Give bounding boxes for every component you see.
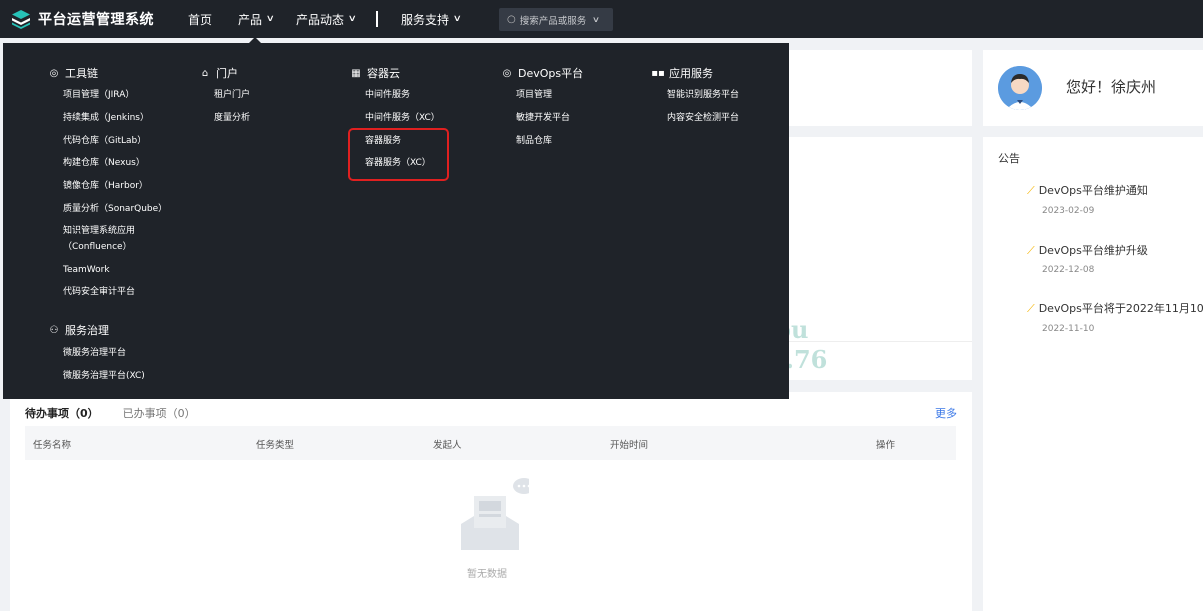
notice-date: 2022-11-10 bbox=[1042, 324, 1095, 334]
menu-item-middleware-xc[interactable]: 中间件服务（XC） bbox=[365, 111, 440, 125]
group-title: DevOps平台 bbox=[518, 67, 584, 80]
app-logo[interactable]: 平台运营管理系统 bbox=[10, 8, 186, 30]
notice-title: DevOps平台维护通知 bbox=[1038, 184, 1148, 197]
column-header: 任务类型 bbox=[256, 440, 295, 451]
menu-item-recognition[interactable]: 智能识别服务平台 bbox=[667, 88, 739, 102]
top-navbar: 平台运营管理系统 首页 产品 ∨ 产品动态 ∨ 服务支持 ∨ ○ 搜索产品或服务 ∨ bbox=[0, 0, 1203, 38]
pencil-icon: ⟋ bbox=[1027, 184, 1035, 197]
nav-divider bbox=[376, 11, 378, 27]
menu-item-label: （Confluence） bbox=[63, 242, 132, 252]
menu-item-content-security[interactable]: 内容安全检测平台 bbox=[667, 111, 739, 125]
notice-date: 2023-02-09 bbox=[1042, 206, 1095, 216]
more-link[interactable]: 更多 bbox=[935, 405, 957, 421]
highlight-box bbox=[348, 128, 449, 181]
menu-item-middleware[interactable]: 中间件服务 bbox=[365, 88, 410, 102]
search-input[interactable]: ○ 搜索产品或服务 ∨ bbox=[499, 8, 613, 31]
notice-item[interactable]: ⟋ DevOps平台维护升级 bbox=[1027, 242, 1148, 258]
column-header: 任务名称 bbox=[33, 440, 72, 451]
search-icon: ○ bbox=[507, 14, 516, 25]
group-title: 应用服务 bbox=[669, 67, 713, 80]
tab-pending[interactable]: 待办事项（0） bbox=[25, 405, 99, 421]
notice-item[interactable]: ⟋ DevOps平台将于2022年11月10日 bbox=[1027, 300, 1203, 316]
group-title: 服务治理 bbox=[65, 324, 109, 337]
grid-icon: ▦ bbox=[351, 67, 361, 79]
layers-logo-icon bbox=[12, 10, 30, 29]
group-portal: ⌂ 门户 bbox=[199, 65, 238, 81]
nav-product-label: 产品 bbox=[238, 12, 263, 27]
menu-item-project-mgmt[interactable]: 项目管理 bbox=[516, 88, 552, 102]
menu-item-nexus[interactable]: 构建仓库（Nexus） bbox=[63, 156, 145, 170]
todo-tabs: 待办事项（0） 已办事项（0） bbox=[25, 405, 196, 421]
chevron-down-icon: ∨ bbox=[347, 14, 357, 24]
empty-inbox-icon bbox=[461, 478, 529, 550]
menu-item-harbor[interactable]: 镜像仓库（Harbor） bbox=[63, 179, 148, 193]
nav-product-news[interactable]: 产品动态 ∨ bbox=[296, 0, 357, 38]
welcome-greeting: 您好！徐庆州 bbox=[1066, 78, 1157, 96]
notice-title: DevOps平台将于2022年11月10日 bbox=[1038, 302, 1203, 315]
menu-item-jira[interactable]: 项目管理（JIRA） bbox=[63, 88, 134, 102]
group-app-services: ▪▪ 应用服务 bbox=[651, 65, 713, 81]
group-title: 工具链 bbox=[65, 67, 98, 80]
menu-item-tenant-portal[interactable]: 租户门户 bbox=[214, 88, 250, 102]
menu-item-code-audit[interactable]: 代码安全审计平台 bbox=[63, 285, 135, 299]
user-avatar-icon bbox=[998, 66, 1042, 110]
menu-item-jenkins[interactable]: 持续集成（Jenkins） bbox=[63, 111, 149, 125]
group-title: 容器云 bbox=[367, 67, 400, 80]
nav-service-support-label: 服务支持 bbox=[401, 12, 450, 27]
pencil-icon: ⟋ bbox=[1027, 244, 1035, 257]
menu-item-label: 知识管理系统应用 bbox=[63, 226, 136, 236]
app-title: 平台运营管理系统 bbox=[38, 12, 154, 28]
nav-home-label: 首页 bbox=[188, 12, 213, 27]
menu-item-sonarqube[interactable]: 质量分析（SonarQube） bbox=[63, 202, 167, 216]
menu-item-gitlab[interactable]: 代码仓库（GitLab） bbox=[63, 134, 146, 148]
menu-item-artifact-repo[interactable]: 制品仓库 bbox=[516, 134, 552, 148]
notice-date: 2022-12-08 bbox=[1042, 265, 1095, 275]
todo-table-header: 任务名称 任务类型 发起人 开始时间 操作 bbox=[25, 426, 956, 460]
apps-icon: ▪▪ bbox=[651, 67, 665, 79]
menu-item-teamwork[interactable]: TeamWork bbox=[63, 263, 110, 277]
column-header: 开始时间 bbox=[610, 440, 649, 451]
search-placeholder: 搜索产品或服务 bbox=[519, 15, 587, 27]
location-icon: ◎ bbox=[49, 67, 59, 79]
nav-product[interactable]: 产品 ∨ bbox=[238, 0, 275, 38]
product-dropdown-menu: ◎ 工具链 项目管理（JIRA） 持续集成（Jenkins） 代码仓库（GitL… bbox=[3, 43, 789, 399]
home-icon: ⌂ bbox=[201, 67, 209, 79]
chevron-down-icon: ∨ bbox=[592, 15, 601, 24]
group-service-governance: ⚇ 服务治理 bbox=[48, 322, 109, 338]
nav-home[interactable]: 首页 bbox=[188, 0, 212, 38]
group-title: 门户 bbox=[216, 67, 238, 80]
menu-item-confluence[interactable]: 知识管理系统应用 （Confluence） bbox=[63, 224, 135, 254]
group-devops: ◎ DevOps平台 bbox=[501, 65, 584, 81]
menu-item-microservice[interactable]: 微服务治理平台 bbox=[63, 346, 126, 360]
menu-item-agile[interactable]: 敏捷开发平台 bbox=[516, 111, 570, 125]
group-toolchain: ◎ 工具链 bbox=[48, 65, 98, 81]
notice-title: DevOps平台维护升级 bbox=[1038, 244, 1148, 257]
nav-service-support[interactable]: 服务支持 ∨ bbox=[401, 0, 462, 38]
avatar[interactable] bbox=[998, 66, 1042, 110]
column-header: 发起人 bbox=[433, 440, 462, 451]
pencil-icon: ⟋ bbox=[1027, 302, 1035, 315]
chevron-down-icon: ∨ bbox=[265, 14, 275, 24]
devops-icon: ◎ bbox=[502, 67, 512, 79]
notice-heading: 公告 bbox=[998, 152, 1020, 165]
menu-item-metrics[interactable]: 度量分析 bbox=[214, 111, 250, 125]
chevron-down-icon: ∨ bbox=[452, 14, 462, 24]
notice-item[interactable]: ⟋ DevOps平台维护通知 bbox=[1027, 182, 1148, 198]
nav-product-news-label: 产品动态 bbox=[296, 12, 345, 27]
column-header: 操作 bbox=[876, 440, 896, 451]
tab-done[interactable]: 已办事项（0） bbox=[123, 405, 196, 421]
empty-state-text: 暂无数据 bbox=[467, 569, 507, 580]
cluster-icon: ⚇ bbox=[49, 324, 59, 336]
group-container-cloud: ▦ 容器云 bbox=[350, 65, 400, 81]
menu-item-microservice-xc[interactable]: 微服务治理平台(XC) bbox=[63, 369, 145, 383]
